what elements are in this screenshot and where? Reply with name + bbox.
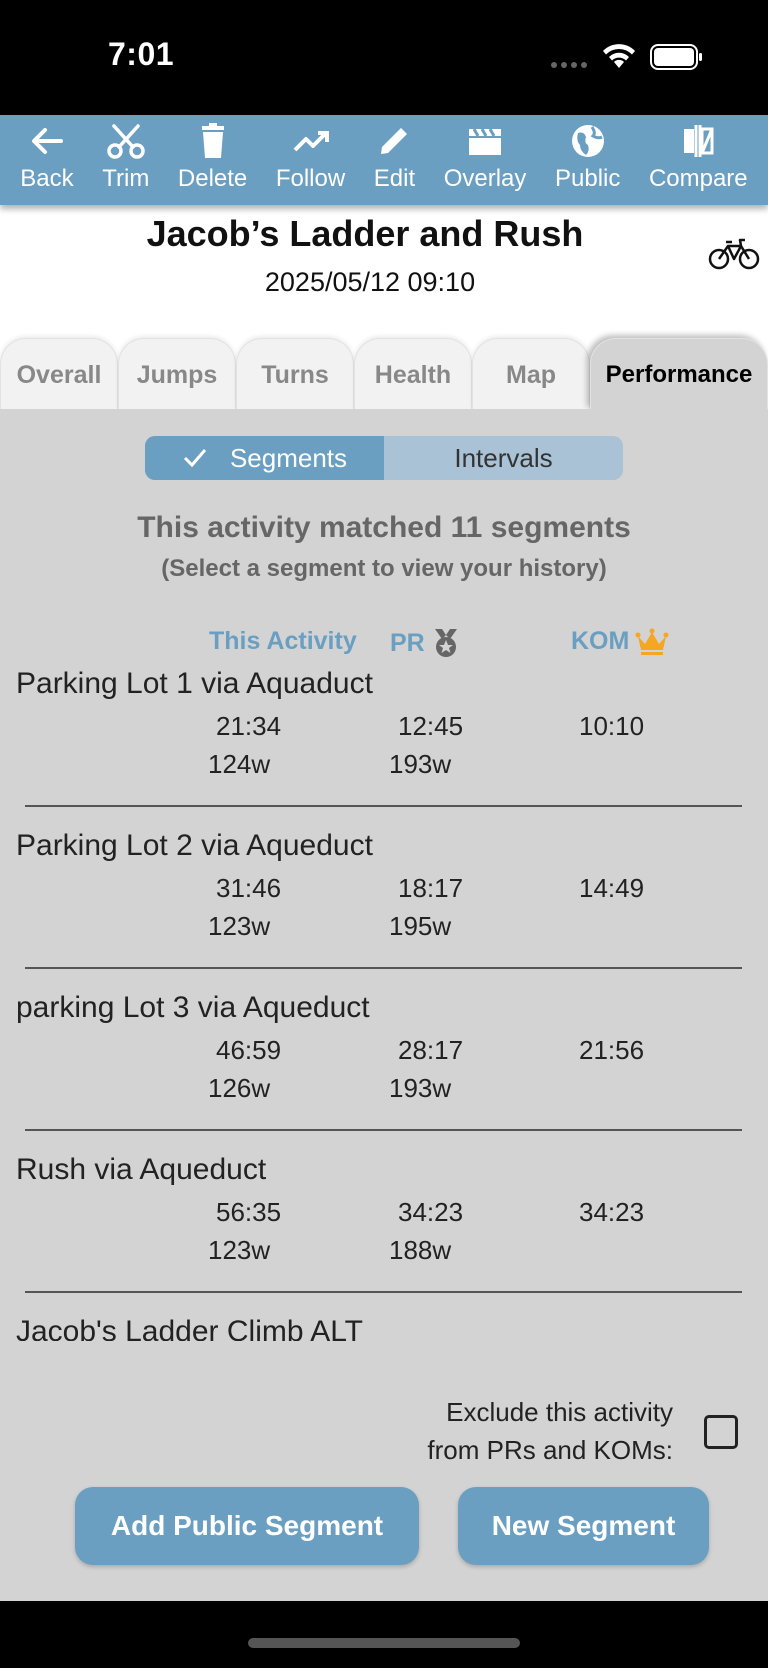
edit-label: Edit (373, 165, 416, 192)
row-divider (25, 1291, 742, 1293)
row-divider (25, 967, 742, 969)
compare-icon (684, 125, 714, 157)
trash-icon (201, 123, 224, 158)
activity-title: Jacob’s Ladder and Rush (146, 213, 584, 254)
segment-kom-time: 34:23 (579, 1197, 645, 1227)
home-indicator[interactable] (248, 1638, 520, 1648)
tab-performance[interactable]: Performance (590, 338, 768, 410)
intervals-option[interactable]: Intervals (384, 436, 623, 480)
segment-match-summary: This activity matched 11 segments (137, 511, 631, 544)
segment-pr-power: 193w (389, 1073, 452, 1103)
segment-pr-power: 193w (389, 749, 452, 779)
crown-icon (635, 628, 669, 655)
segment-pr-time: 28:17 (398, 1035, 464, 1065)
back-label: Back (20, 165, 74, 192)
segments-option-label: Segments (229, 442, 348, 473)
trim-button[interactable]: Trim (102, 121, 149, 193)
segment-time: 46:59 (216, 1035, 282, 1065)
follow-label: Follow (275, 165, 346, 192)
exclude-label-line2: from PRs and KOMs: (427, 1435, 673, 1465)
delete-label: Delete (177, 165, 248, 192)
segment-name[interactable]: Parking Lot 2 via Aqueduct (16, 829, 373, 863)
back-arrow-icon (31, 128, 63, 154)
trend-icon (293, 131, 329, 152)
segment-pr-power: 195w (389, 911, 452, 941)
segment-pr-time: 18:17 (398, 873, 464, 903)
segment-power: 123w (208, 911, 271, 941)
tab-overall[interactable]: Overall (0, 338, 118, 410)
public-button[interactable]: Public (555, 121, 620, 193)
column-kom-label: KOM (571, 627, 630, 655)
list-scroll-edge (0, 1341, 768, 1369)
column-pr-label: PR (390, 628, 425, 657)
segments-intervals-toggle: Segments Intervals (145, 436, 623, 480)
row-divider (25, 805, 742, 807)
segment-power: 124w (208, 749, 271, 779)
segments-option[interactable]: Segments (145, 436, 384, 480)
tab-map[interactable]: Map (472, 338, 590, 410)
edit-button[interactable]: Edit (374, 121, 415, 193)
segment-kom-time: 10:10 (579, 711, 645, 741)
new-segment-button[interactable]: New Segment (458, 1487, 709, 1565)
performance-panel: Segments Intervals This activity matched… (0, 409, 768, 1601)
pencil-icon (381, 128, 408, 154)
battery-icon (650, 44, 702, 70)
segment-time: 56:35 (216, 1197, 282, 1227)
trim-label: Trim (102, 165, 150, 192)
clapperboard-icon (469, 128, 502, 155)
tab-jumps[interactable]: Jumps (118, 338, 236, 410)
tab-turns[interactable]: Turns (236, 338, 354, 410)
segment-name[interactable]: Rush via Aqueduct (16, 1153, 266, 1187)
segment-power: 123w (208, 1235, 271, 1265)
checkmark-icon (183, 449, 207, 468)
follow-button[interactable]: Follow (276, 121, 345, 193)
overlay-label: Overlay (443, 165, 527, 192)
segment-name[interactable]: parking Lot 3 via Aqueduct (16, 991, 370, 1025)
public-label: Public (554, 165, 621, 192)
segment-kom-time: 14:49 (579, 873, 645, 903)
row-divider (25, 1129, 742, 1131)
add-public-segment-button[interactable]: Add Public Segment (75, 1487, 419, 1565)
medal-icon (434, 629, 457, 657)
column-this-activity: This Activity (209, 627, 357, 656)
column-kom: KOM (571, 627, 669, 656)
status-time: 7:01 (108, 36, 175, 72)
column-this-activity-label: This Activity (209, 627, 357, 655)
compare-button[interactable]: Compare (649, 121, 748, 193)
segment-time: 31:46 (216, 873, 282, 903)
segment-time: 21:34 (216, 711, 282, 741)
activity-datetime: 2025/05/12 09:10 (264, 267, 476, 297)
segment-pr-time: 12:45 (398, 711, 464, 741)
overlay-button[interactable]: Overlay (443, 121, 527, 193)
delete-button[interactable]: Delete (178, 121, 247, 193)
compare-label: Compare (648, 165, 748, 192)
segment-pr-time: 34:23 (398, 1197, 464, 1227)
activity-toolbar: Back Trim Delete Follow Edit Overlay Pub… (0, 115, 768, 205)
back-button[interactable]: Back (20, 121, 74, 193)
exclude-label: Exclude this activity from PRs and KOMs: (380, 1393, 673, 1469)
segment-power: 126w (208, 1073, 271, 1103)
status-bar: 7:01 (0, 0, 768, 115)
segment-kom-time: 21:56 (579, 1035, 645, 1065)
exclude-label-line1: Exclude this activity (446, 1397, 673, 1427)
wifi-icon (603, 44, 635, 68)
scissors-icon (107, 124, 145, 159)
segment-pr-power: 188w (389, 1235, 452, 1265)
bicycle-icon (708, 238, 760, 270)
cellular-signal-icon (551, 62, 587, 68)
exclude-checkbox[interactable] (704, 1415, 738, 1449)
segment-name[interactable]: Parking Lot 1 via Aquaduct (16, 667, 373, 701)
column-pr: PR (390, 627, 461, 659)
globe-icon (571, 125, 604, 157)
activity-tabs: Overall Jumps Turns Health Map Performan… (0, 338, 768, 410)
tab-health[interactable]: Health (354, 338, 472, 410)
segment-match-hint: (Select a segment to view your history) (161, 555, 607, 582)
